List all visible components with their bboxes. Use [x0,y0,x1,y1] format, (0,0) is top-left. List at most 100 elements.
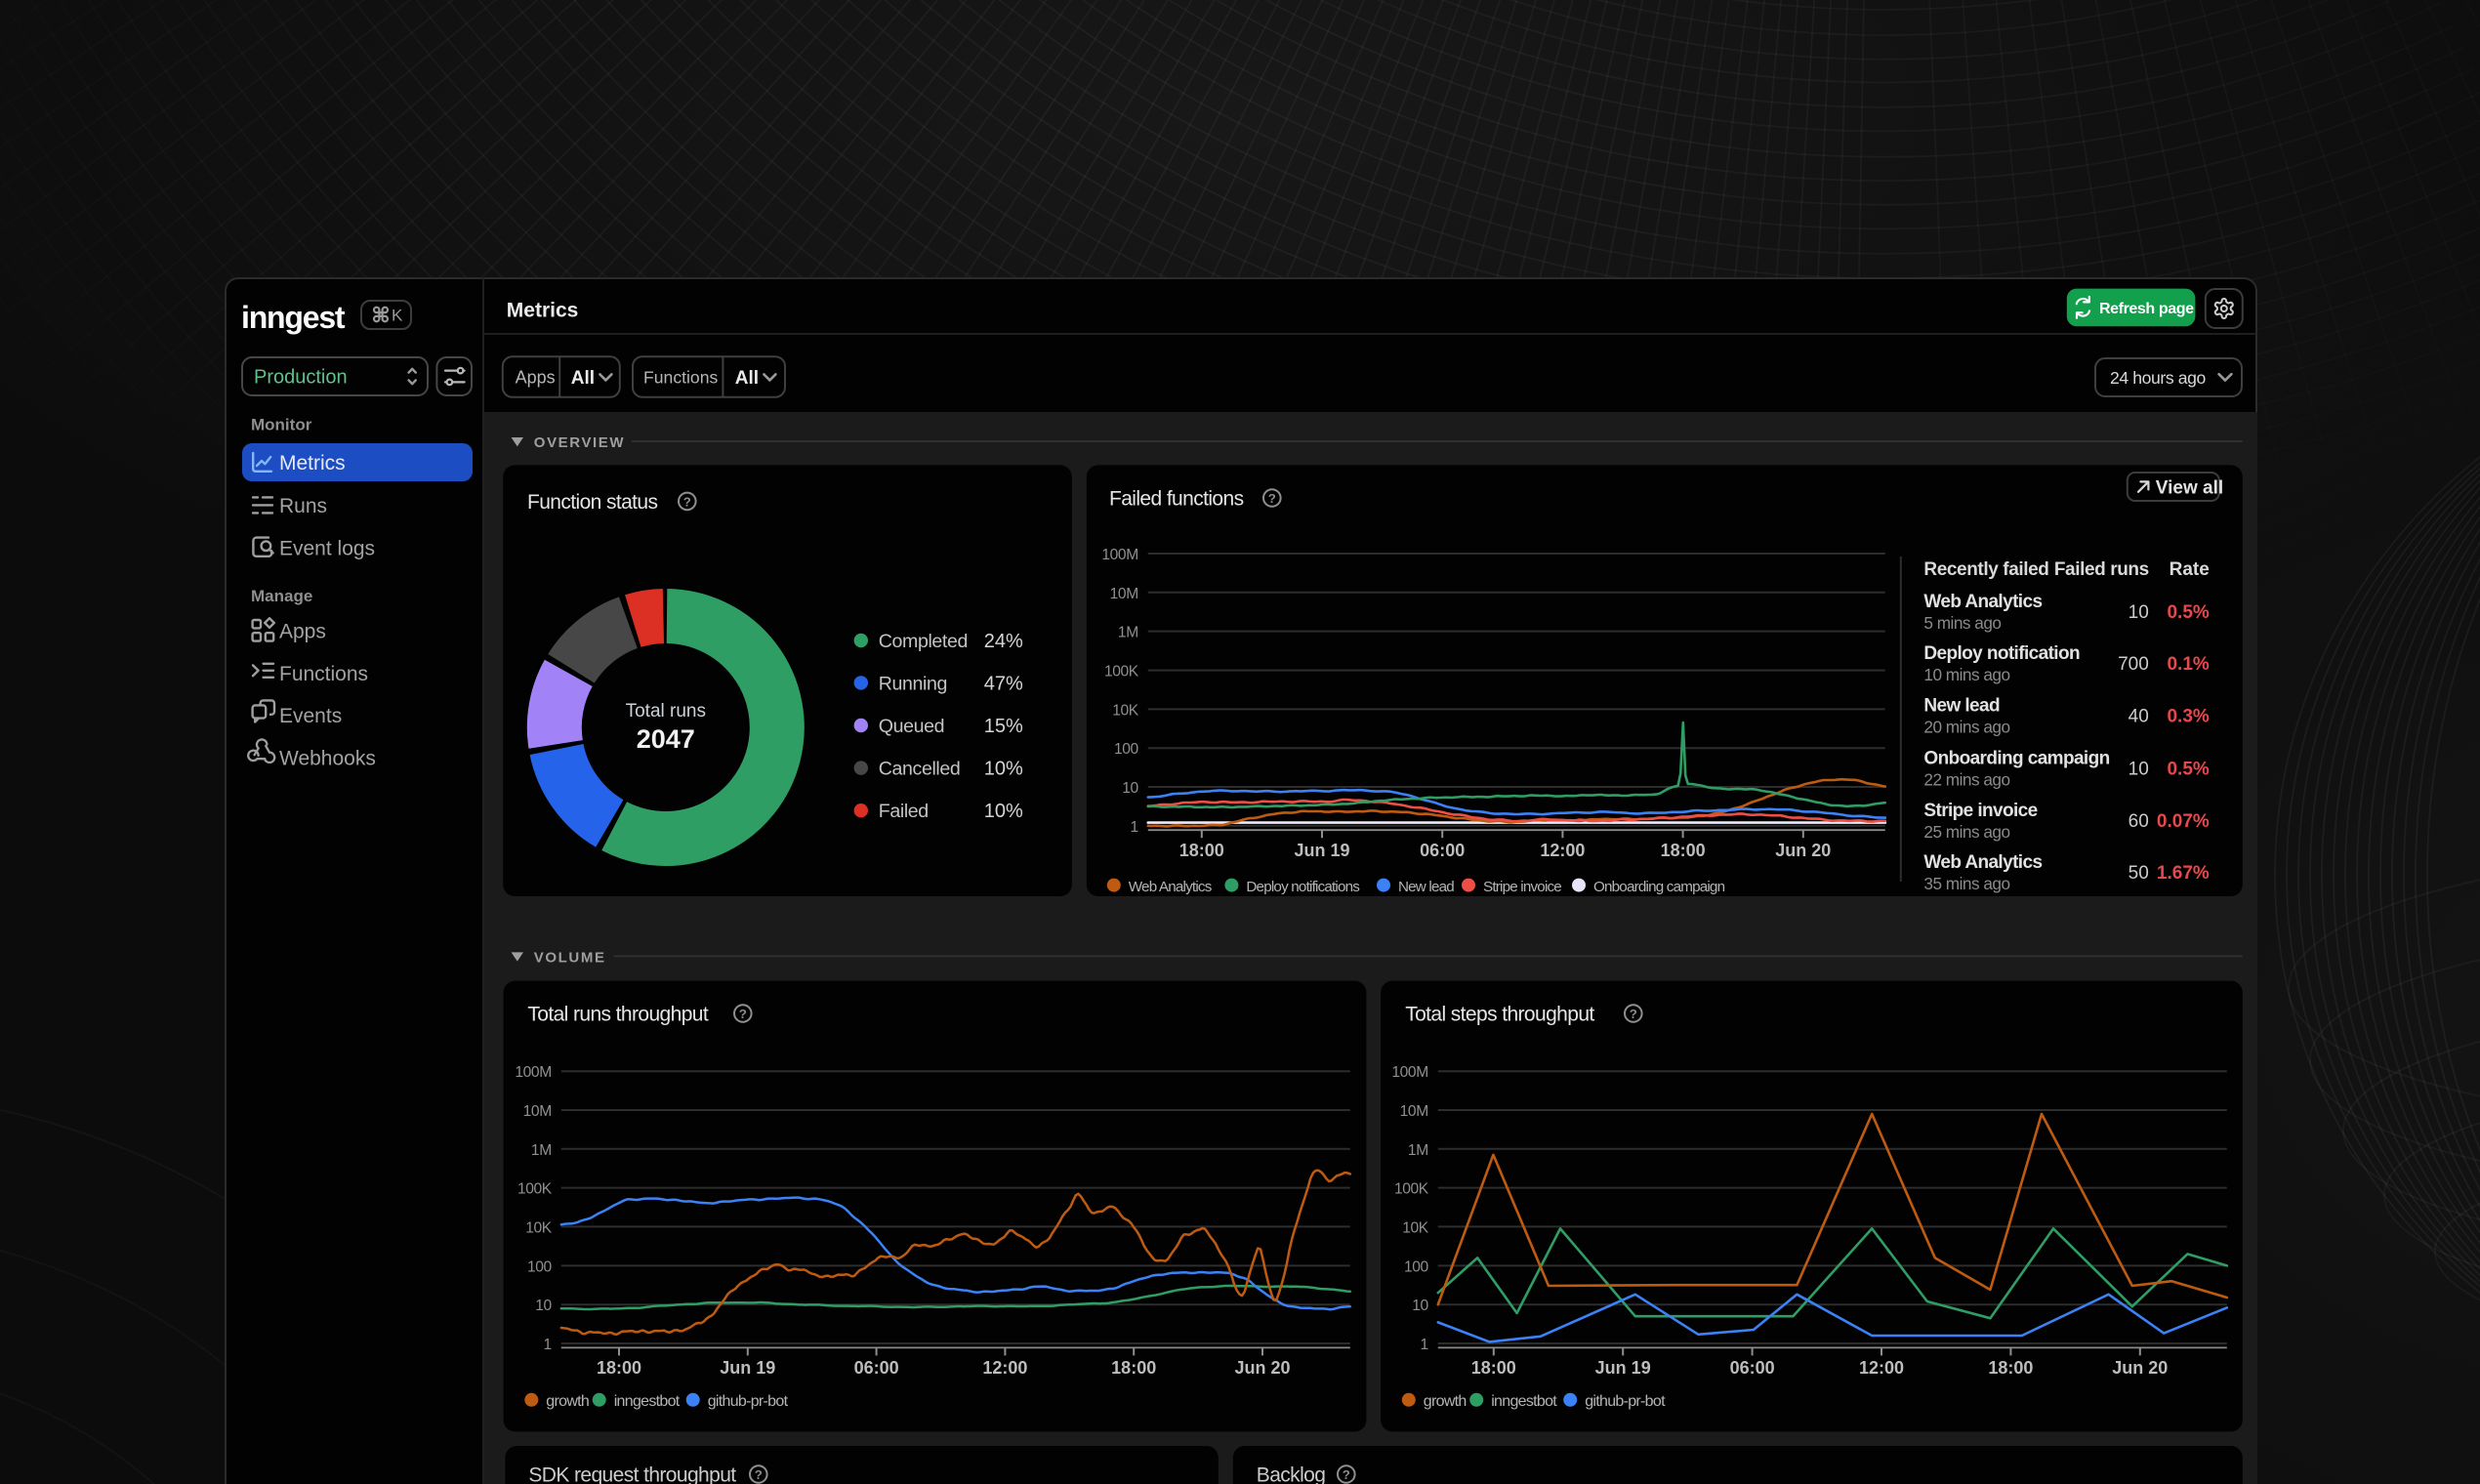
svg-text:10%: 10% [983,758,1022,779]
svg-text:Rate: Rate [2169,558,2209,579]
svg-text:10K: 10K [1401,1218,1428,1235]
svg-text:100M: 100M [1391,1063,1427,1080]
svg-text:1: 1 [543,1336,551,1352]
svg-text:Jun 19: Jun 19 [1594,1357,1650,1377]
svg-text:1M: 1M [1407,1141,1427,1158]
svg-text:Apps: Apps [516,368,556,388]
svg-text:growth: growth [545,1392,588,1409]
svg-text:Jun 19: Jun 19 [1294,840,1349,859]
svg-text:Production: Production [254,366,348,388]
svg-text:github-pr-bot: github-pr-bot [1584,1392,1665,1409]
svg-text:Event logs: Event logs [279,537,375,559]
svg-text:Deploy notification: Deploy notification [1923,642,2080,663]
svg-text:100: 100 [526,1257,552,1274]
svg-text:10M: 10M [1399,1102,1427,1119]
svg-text:Total runs: Total runs [625,700,705,721]
svg-text:24 hours ago: 24 hours ago [2110,368,2207,388]
svg-text:OVERVIEW: OVERVIEW [533,433,624,450]
svg-text:100: 100 [1403,1257,1428,1274]
svg-text:100K: 100K [517,1180,552,1197]
svg-text:10: 10 [534,1297,551,1313]
svg-text:18:00: 18:00 [1178,840,1223,859]
svg-text:700: 700 [2117,653,2148,674]
svg-text:Running: Running [878,672,946,693]
svg-text:Failed functions: Failed functions [1108,487,1243,510]
svg-text:12:00: 12:00 [982,1357,1027,1377]
svg-text:SDK request throughput: SDK request throughput [528,1463,736,1484]
svg-text:06:00: 06:00 [853,1357,898,1377]
svg-text:All: All [735,368,759,389]
svg-text:Functions: Functions [643,368,718,388]
svg-text:Runs: Runs [279,495,327,517]
svg-text:10: 10 [2128,601,2148,622]
svg-text:Deploy notifications: Deploy notifications [1246,878,1360,894]
svg-text:?: ? [738,1006,746,1020]
svg-text:47%: 47% [983,672,1022,693]
svg-text:Total steps throughput: Total steps throughput [1404,1003,1593,1025]
svg-text:Web Analytics: Web Analytics [1128,878,1212,894]
svg-text:All: All [571,368,595,389]
svg-text:18:00: 18:00 [1470,1357,1515,1377]
svg-text:inngestbot: inngestbot [1490,1392,1556,1409]
svg-text:Function status: Function status [526,490,657,513]
svg-text:?: ? [1629,1006,1636,1020]
svg-text:Monitor: Monitor [251,416,312,434]
svg-text:?: ? [682,494,690,509]
svg-text:1M: 1M [1117,624,1137,640]
svg-text:0.5%: 0.5% [2167,758,2209,778]
svg-text:20 mins ago: 20 mins ago [1923,716,2009,735]
svg-text:50: 50 [2128,862,2148,883]
svg-text:Apps: Apps [279,620,326,642]
svg-text:Backlog: Backlog [1256,1463,1325,1484]
svg-text:Functions: Functions [279,663,368,685]
svg-text:10%: 10% [983,800,1022,821]
svg-text:1.67%: 1.67% [2156,862,2209,883]
svg-text:Stripe invoice: Stripe invoice [1482,878,1560,894]
svg-text:growth: growth [1423,1392,1466,1409]
svg-text:40: 40 [2128,705,2148,725]
svg-text:06:00: 06:00 [1729,1357,1774,1377]
svg-text:15%: 15% [983,715,1022,736]
svg-text:10K: 10K [524,1218,552,1235]
svg-text:10 mins ago: 10 mins ago [1923,664,2009,683]
svg-text:Total runs throughput: Total runs throughput [527,1003,708,1025]
svg-text:Manage: Manage [251,587,312,605]
svg-text:Events: Events [279,705,342,727]
svg-text:Failed: Failed [878,800,928,821]
svg-text:Onboarding campaign: Onboarding campaign [1592,878,1724,894]
svg-text:100K: 100K [1393,1180,1428,1197]
svg-text:Web Analytics: Web Analytics [1923,591,2042,611]
svg-text:1: 1 [1420,1336,1427,1352]
svg-text:12:00: 12:00 [1540,840,1585,859]
svg-text:?: ? [1342,1466,1349,1481]
svg-text:18:00: 18:00 [1110,1357,1155,1377]
svg-text:0.1%: 0.1% [2167,653,2209,674]
svg-text:?: ? [754,1466,762,1481]
svg-text:100M: 100M [1101,546,1137,562]
svg-text:0.07%: 0.07% [2156,810,2209,831]
svg-text:K: K [392,307,403,325]
svg-text:Stripe invoice: Stripe invoice [1923,800,2037,820]
svg-text:1M: 1M [530,1141,551,1158]
svg-text:0.5%: 0.5% [2167,601,2209,622]
svg-text:Jun 20: Jun 20 [2111,1357,2167,1377]
svg-text:24%: 24% [983,630,1022,651]
svg-text:Webhooks: Webhooks [279,747,376,769]
svg-text:Completed: Completed [878,630,967,651]
svg-text:VOLUME: VOLUME [533,948,605,965]
svg-text:18:00: 18:00 [1988,1357,2033,1377]
svg-text:Onboarding campaign: Onboarding campaign [1923,747,2109,767]
svg-text:1: 1 [1130,818,1137,835]
svg-text:Jun 20: Jun 20 [1234,1357,1290,1377]
svg-text:10: 10 [1411,1297,1427,1313]
svg-text:github-pr-bot: github-pr-bot [707,1392,788,1409]
svg-text:2047: 2047 [636,723,694,753]
svg-text:New lead: New lead [1397,878,1453,894]
svg-text:18:00: 18:00 [596,1357,641,1377]
svg-text:Metrics: Metrics [507,299,579,321]
svg-text:12:00: 12:00 [1858,1357,1903,1377]
svg-text:25 mins ago: 25 mins ago [1923,821,2009,841]
svg-text:Refresh page: Refresh page [2099,301,2194,317]
svg-text:Cancelled: Cancelled [878,758,960,779]
svg-text:0.3%: 0.3% [2167,705,2209,725]
